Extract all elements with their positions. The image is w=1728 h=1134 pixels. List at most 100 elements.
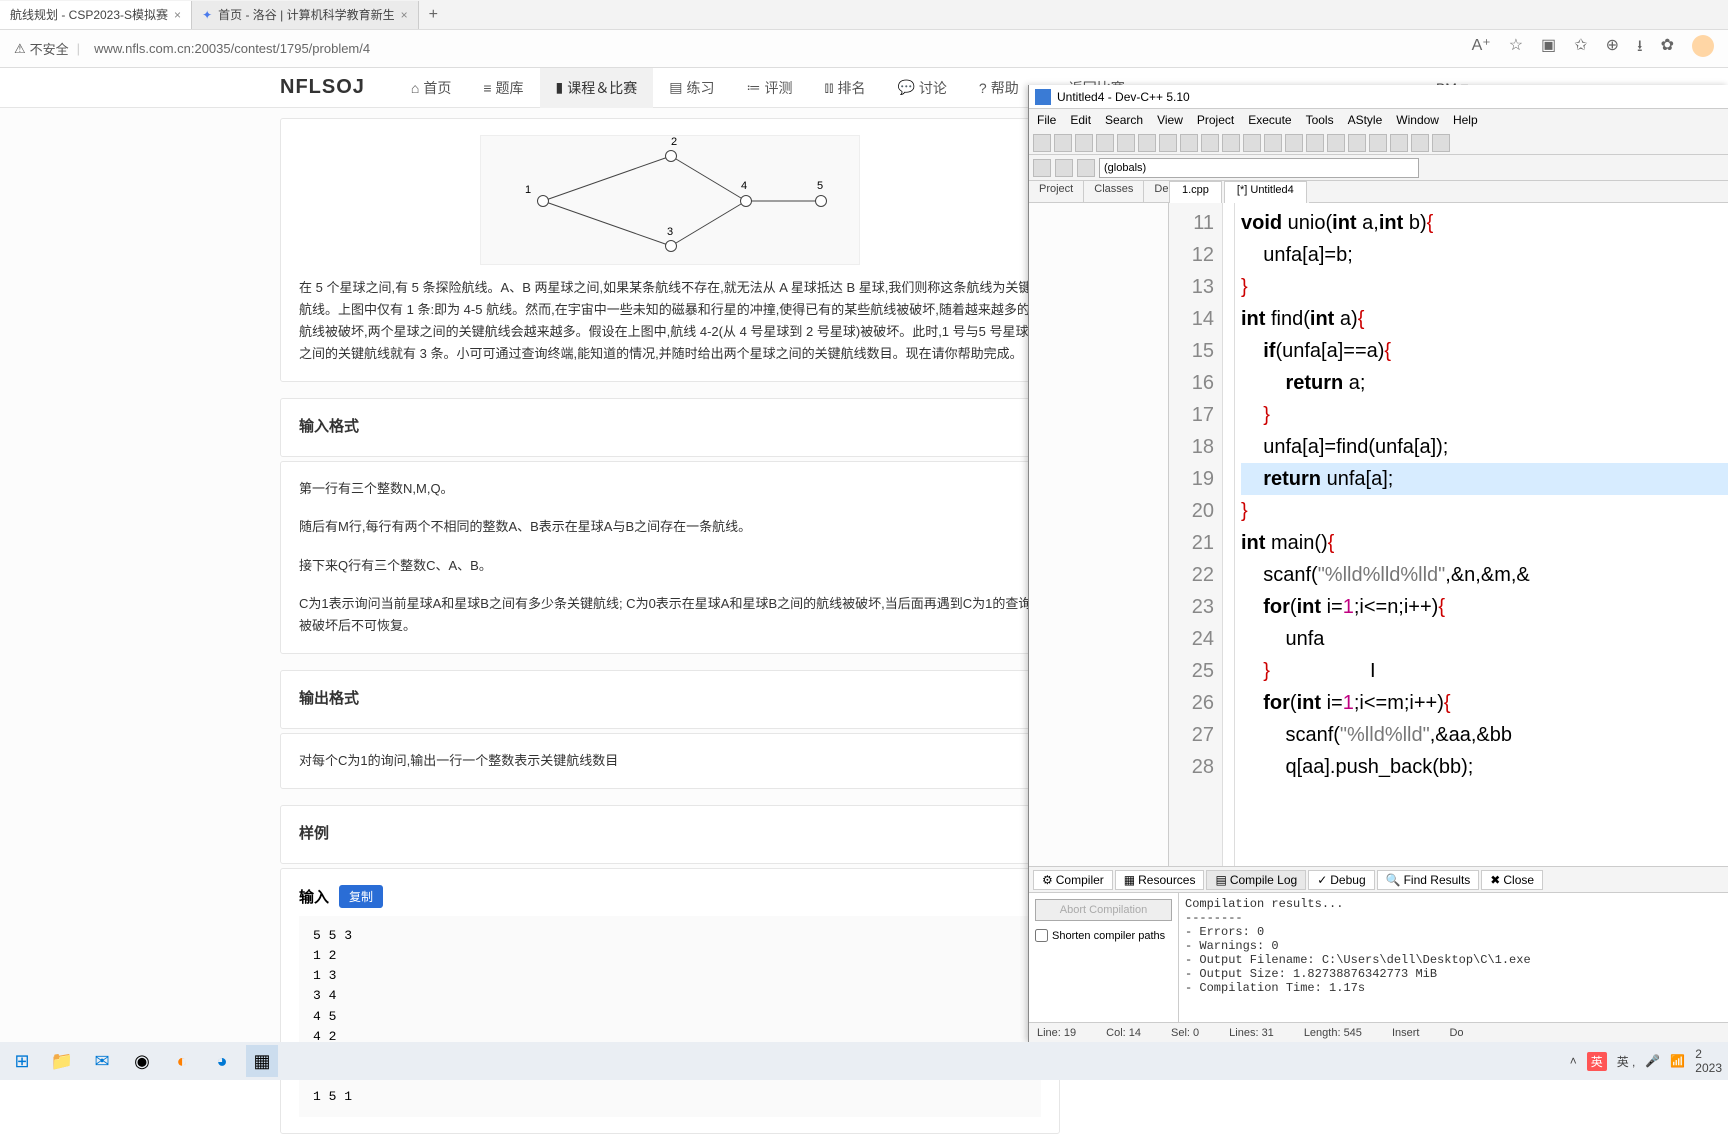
abort-button[interactable]: Abort Compilation	[1035, 899, 1172, 921]
microphone-icon[interactable]: 🎤	[1645, 1054, 1660, 1068]
edge-icon[interactable]: ◕	[206, 1045, 238, 1077]
sidebar-icon[interactable]: ▣	[1541, 35, 1556, 62]
toolbar-button[interactable]	[1348, 134, 1366, 152]
menu-view[interactable]: View	[1157, 113, 1183, 127]
nav-practice[interactable]: ▤ 练习	[653, 68, 730, 108]
checkbox[interactable]	[1035, 929, 1048, 942]
problem-graph: 1 2 3 4 5	[480, 135, 860, 265]
file-tab-0[interactable]: 1.cpp	[1169, 181, 1222, 203]
close-icon[interactable]: ×	[401, 8, 408, 22]
btab-compiler[interactable]: ⚙ Compiler	[1033, 870, 1113, 890]
btab-compilelog[interactable]: ▤ Compile Log	[1206, 870, 1306, 890]
sidetab-project[interactable]: Project	[1029, 181, 1084, 202]
chrome-icon[interactable]: ◉	[126, 1045, 158, 1077]
toolbar-button[interactable]	[1327, 134, 1345, 152]
globals-combo[interactable]: (globals)	[1099, 158, 1419, 178]
toolbar-button[interactable]	[1411, 134, 1429, 152]
toolbar-button[interactable]	[1243, 134, 1261, 152]
sidetab-classes[interactable]: Classes	[1084, 181, 1144, 202]
start-button[interactable]: ⊞	[6, 1045, 38, 1077]
browser-tab-0[interactable]: 航线规划 - CSP2023-S模拟赛 ×	[0, 1, 192, 29]
profile-avatar[interactable]	[1692, 35, 1714, 57]
toolbar-button[interactable]	[1264, 134, 1282, 152]
favicon-icon: ✦	[202, 8, 212, 22]
toolbar-button[interactable]	[1180, 134, 1198, 152]
toolbar-button[interactable]	[1033, 134, 1051, 152]
file-tab-1[interactable]: [*] Untitled4	[1224, 181, 1307, 203]
star-icon[interactable]: ☆	[1509, 35, 1523, 62]
toolbar-button[interactable]	[1096, 134, 1114, 152]
sample-card: 样例	[280, 805, 1060, 864]
security-status[interactable]: ⚠ 不安全 |	[14, 39, 84, 58]
devcpp-icon[interactable]: ▦	[246, 1045, 278, 1077]
menu-help[interactable]: Help	[1453, 113, 1478, 127]
system-tray[interactable]: ˄ 英 英 , 🎤 📶 22023	[1570, 1047, 1722, 1075]
toolbar-button[interactable]	[1222, 134, 1240, 152]
ime-indicator[interactable]: 英	[1587, 1052, 1607, 1071]
explorer-icon[interactable]: 📁	[46, 1045, 78, 1077]
toolbar-button[interactable]	[1117, 134, 1135, 152]
toolbar-button[interactable]	[1054, 134, 1072, 152]
tray-chevron-icon[interactable]: ˄	[1570, 1054, 1577, 1068]
menu-tools[interactable]: Tools	[1306, 113, 1334, 127]
downloads-icon[interactable]: ⭳	[1637, 35, 1643, 62]
network-icon[interactable]: 📶	[1670, 1054, 1685, 1068]
nav-contests[interactable]: ▮ 课程＆比赛	[540, 68, 654, 108]
toolbar-button[interactable]	[1285, 134, 1303, 152]
btab-debug[interactable]: ✓ Debug	[1308, 870, 1374, 890]
copy-button[interactable]: 复制	[339, 885, 383, 908]
insecure-label: 不安全	[30, 39, 69, 58]
nav-home[interactable]: ⌂ 首页	[395, 68, 467, 108]
status-lines: Lines: 31	[1229, 1027, 1274, 1039]
toolbar-button[interactable]	[1075, 134, 1093, 152]
ime-lang[interactable]: 英 ,	[1617, 1053, 1636, 1070]
btab-resources[interactable]: ▦ Resources	[1115, 870, 1205, 890]
menu-file[interactable]: File	[1037, 113, 1056, 127]
statusbar: Line: 19 Col: 14 Sel: 0 Lines: 31 Length…	[1029, 1022, 1728, 1042]
brand-logo[interactable]: NFLSOJ	[280, 76, 365, 99]
compile-log: Compilation results... -------- - Errors…	[1179, 893, 1728, 1022]
browser-tab-1[interactable]: ✦ 首页 - 洛谷 | 计算机科学教育新生 ×	[192, 1, 419, 29]
menu-astyle[interactable]: AStyle	[1348, 113, 1383, 127]
nav-ranking[interactable]: ⫾⫾ 排名	[809, 68, 882, 108]
toolbar-button[interactable]	[1369, 134, 1387, 152]
shorten-paths-checkbox[interactable]: Shorten compiler paths	[1035, 929, 1172, 942]
code-editor[interactable]: 111213141516171819202122232425262728 voi…	[1169, 203, 1728, 866]
nav-help[interactable]: ? 帮助	[963, 68, 1035, 108]
toolbar-button[interactable]	[1159, 134, 1177, 152]
nav-problems[interactable]: ≡ 题库	[467, 68, 539, 108]
toolbar-button[interactable]	[1390, 134, 1408, 152]
collections-icon[interactable]: ⊕	[1606, 35, 1619, 62]
toolbar-button[interactable]	[1306, 134, 1324, 152]
status-done: Do	[1449, 1027, 1463, 1039]
new-tab-button[interactable]: +	[419, 6, 448, 24]
menu-edit[interactable]: Edit	[1070, 113, 1091, 127]
btab-findresults[interactable]: 🔍 Find Results	[1377, 870, 1480, 890]
side-tabs: Project Classes Debug	[1029, 181, 1728, 203]
close-icon[interactable]: ×	[174, 8, 181, 22]
mail-icon[interactable]: ✉	[86, 1045, 118, 1077]
url-text[interactable]: www.nfls.com.cn:20035/contest/1795/probl…	[94, 41, 370, 56]
firefox-icon[interactable]: ◐	[166, 1045, 198, 1077]
extensions-icon[interactable]: ✿	[1661, 35, 1674, 62]
code-content[interactable]: void unio(int a,int b){ unfa[a]=b; } int…	[1235, 203, 1728, 866]
toolbar-button[interactable]	[1055, 159, 1073, 177]
menu-search[interactable]: Search	[1105, 113, 1143, 127]
clock[interactable]: 22023	[1695, 1047, 1722, 1075]
side-panel	[1029, 203, 1169, 866]
toolbar-button[interactable]	[1138, 134, 1156, 152]
btab-close[interactable]: ✖ Close	[1481, 870, 1543, 890]
tab-title: 首页 - 洛谷 | 计算机科学教育新生	[218, 6, 394, 23]
toolbar-button[interactable]	[1432, 134, 1450, 152]
toolbar-button[interactable]	[1201, 134, 1219, 152]
toolbar-button[interactable]	[1077, 159, 1095, 177]
menu-execute[interactable]: Execute	[1248, 113, 1291, 127]
nav-judge[interactable]: ≔ 评测	[731, 68, 809, 108]
titlebar[interactable]: Untitled4 - Dev-C++ 5.10	[1029, 85, 1728, 109]
menu-project[interactable]: Project	[1197, 113, 1234, 127]
menu-window[interactable]: Window	[1396, 113, 1439, 127]
nav-discuss[interactable]: 💬 讨论	[881, 68, 962, 108]
favorites-icon[interactable]: ✩	[1574, 35, 1587, 62]
text-size-icon[interactable]: A⁺	[1472, 35, 1491, 62]
toolbar-button[interactable]	[1033, 159, 1051, 177]
